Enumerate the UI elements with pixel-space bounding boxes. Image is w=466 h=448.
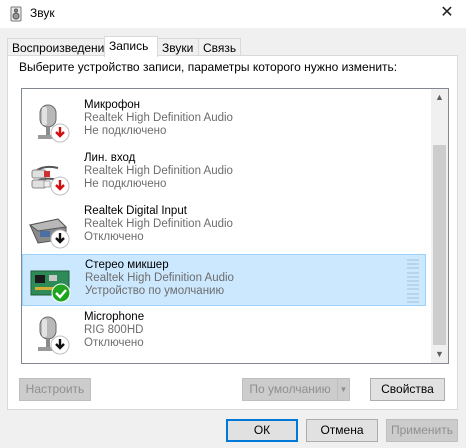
list-item-rig-microphone[interactable]: Microphone RIG 800HD Отключено	[22, 307, 426, 359]
device-driver: Realtek High Definition Audio	[85, 272, 234, 284]
device-driver: Realtek High Definition Audio	[84, 165, 233, 177]
speaker-icon	[10, 6, 22, 22]
device-name: Лин. вход	[84, 152, 136, 164]
list-item-microphone[interactable]: Микрофон Realtek High Definition Audio Н…	[22, 95, 426, 147]
digital-input-icon	[28, 218, 70, 249]
device-name: Microphone	[84, 311, 145, 323]
close-button[interactable]: ✕	[438, 4, 456, 22]
configure-button[interactable]: Настроить	[19, 378, 91, 401]
tab-playback[interactable]: Воспроизведение	[7, 38, 111, 56]
device-status: Не подключено	[84, 178, 167, 190]
tab-communications[interactable]: Связь	[198, 38, 241, 56]
device-list[interactable]: Микрофон Realtek High Definition Audio Н…	[21, 88, 449, 364]
device-driver: Realtek High Definition Audio	[84, 218, 233, 230]
device-status: Не подключено	[84, 125, 167, 137]
device-driver: Realtek High Definition Audio	[84, 112, 233, 124]
microphone-icon	[38, 316, 70, 355]
device-status: Отключено	[84, 337, 144, 349]
recording-panel: Выберите устройство записи, параметры ко…	[7, 55, 458, 410]
list-item-digital-input[interactable]: Realtek Digital Input Realtek High Defin…	[22, 201, 426, 253]
list-item-line-in[interactable]: Лин. вход Realtek High Definition Audio …	[22, 148, 426, 200]
tab-sounds[interactable]: Звуки	[157, 38, 199, 56]
cancel-button[interactable]: Отмена	[306, 419, 378, 442]
device-driver: RIG 800HD	[84, 324, 144, 336]
scroll-up-icon[interactable]: ▲	[431, 89, 448, 106]
device-name: Realtek Digital Input	[84, 205, 187, 217]
properties-button[interactable]: Свойства	[370, 378, 445, 401]
tab-recording[interactable]: Запись	[104, 36, 158, 57]
apply-button[interactable]: Применить	[386, 419, 458, 442]
vertical-scrollbar[interactable]: ▲ ▼	[431, 89, 448, 363]
window-title: Звук	[30, 6, 55, 20]
line-in-cable-icon	[31, 165, 70, 196]
device-name: Микрофон	[84, 99, 141, 111]
microphone-icon	[38, 104, 70, 143]
instruction-text: Выберите устройство записи, параметры ко…	[19, 60, 398, 74]
chevron-down-icon[interactable]: ▼	[337, 379, 349, 400]
scroll-thumb[interactable]	[433, 145, 446, 345]
level-meter	[407, 259, 419, 303]
set-default-label: По умолчанию	[249, 382, 331, 396]
ok-button[interactable]: ОК	[226, 419, 298, 442]
title-bar: Звук ✕	[0, 0, 466, 28]
set-default-button[interactable]: По умолчанию ▼	[242, 378, 350, 401]
sound-card-icon	[30, 270, 71, 303]
device-name: Стерео микшер	[85, 259, 169, 271]
device-status: Отключено	[84, 231, 144, 243]
device-status: Устройство по умолчанию	[85, 285, 225, 297]
scroll-down-icon[interactable]: ▼	[431, 346, 448, 363]
list-item-stereo-mixer[interactable]: Стерео микшер Realtek High Definition Au…	[22, 254, 426, 306]
